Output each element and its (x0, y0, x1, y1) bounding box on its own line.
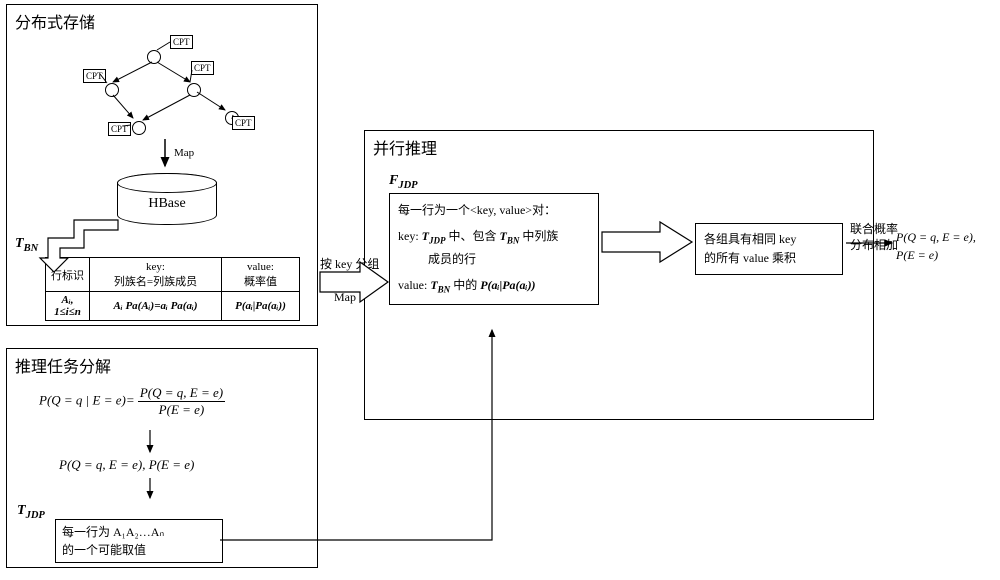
tbn-rowid-header: 行标识 (46, 258, 90, 292)
dag-node (187, 83, 201, 97)
dag-node (147, 50, 161, 64)
map-arrow-label: Map (334, 290, 356, 305)
tbn-r1-right: P(aᵢ|Pa(aᵢ)) (222, 292, 300, 321)
fjdp-label: FJDP (389, 173, 418, 191)
reduce-box: 各组具有相同 key 的所有 value 乘积 (695, 223, 843, 275)
panel-task-decomposition: 推理任务分解 P(Q = q | E = e)= P(Q = q, E = e)… (6, 348, 318, 568)
dag-node (132, 121, 146, 135)
tbn-key-h1: key: (94, 261, 217, 273)
formula1-den: P(E = e) (138, 402, 225, 418)
cpt-label: CPT (108, 122, 131, 136)
cpt-label: CPT (170, 35, 193, 49)
tbn-label: TBN (15, 236, 38, 254)
tbn-val-h1: value: (226, 261, 295, 273)
formula2: P(Q = q, E = e), P(E = e) (59, 457, 194, 473)
panel3-title: 并行推理 (365, 131, 873, 163)
tbn-key-h2: 列族名=列族成员 (94, 273, 217, 289)
tjdp-label: TJDP (17, 503, 45, 521)
group-by-key-label: 按 key 分组 (320, 255, 379, 272)
tbn-val-h2: 概率值 (226, 273, 295, 289)
fjdp-line3: 成员的行 (398, 249, 590, 269)
fjdp-f: F (389, 173, 398, 188)
tbn-table: 行标识 key: 列族名=列族成员 value: 概率值 Aᵢ, 1≤i≤n A… (45, 257, 300, 321)
tjdp-sub: JDP (26, 510, 45, 521)
dag-node (105, 83, 119, 97)
tjdp-box-line2: 的一个可能取值 (62, 541, 216, 559)
fjdp-valueline: value: TBN 中的 P(aᵢ|Pa(aᵢ)) (398, 275, 590, 298)
formula1-num: P(Q = q, E = e) (138, 385, 225, 402)
panel-parallel-inference: 并行推理 FJDP 每一行为一个<key, value>对： key: TJDP… (364, 130, 874, 420)
tbn-r1-mid: Aᵢ Pa(Aᵢ)=aᵢ Pa(aᵢ) (90, 292, 222, 321)
tbn-r1-left2: 1≤i≤n (50, 306, 85, 318)
tbn-t: T (15, 236, 24, 251)
tjdp-box-line1: 每一行为 A₁A₂…Aₙ (62, 523, 216, 541)
reduce-line1: 各组具有相同 key (704, 230, 834, 249)
final-output: P(Q = q, E = e), P(E = e) (896, 228, 976, 264)
fjdp-sub: JDP (398, 180, 417, 191)
panel1-title: 分布式存储 (7, 5, 317, 37)
tjdp-t: T (17, 503, 26, 518)
hbase-label: HBase (118, 196, 216, 212)
panel2-title: 推理任务分解 (7, 349, 317, 381)
hbase-cylinder: HBase (117, 173, 217, 225)
reduce-arrow-label: Reduce (614, 230, 650, 245)
fjdp-keyline: key: TJDP 中、包含 TBN 中列族 (398, 226, 590, 249)
tbn-r1-left1: Aᵢ, (50, 294, 85, 306)
formula1: P(Q = q | E = e)= P(Q = q, E = e) P(E = … (39, 385, 225, 418)
fjdp-box: 每一行为一个<key, value>对： key: TJDP 中、包含 TBN … (389, 193, 599, 305)
cpt-label: CPT (232, 116, 255, 130)
final-annotation: 联合概率 分布相加 (850, 222, 898, 253)
formula1-left: P(Q = q | E = e)= (39, 392, 135, 407)
map-label: Map (174, 147, 194, 159)
panel-distributed-storage: 分布式存储 CPT CPT CPT CPT CPT HBase Map TBN … (6, 4, 318, 326)
cpt-label: CPT (83, 69, 106, 83)
reduce-line2: 的所有 value 乘积 (704, 249, 834, 268)
cpt-label: CPT (191, 61, 214, 75)
tbn-sub: BN (24, 243, 39, 254)
tjdp-box: 每一行为 A₁A₂…Aₙ 的一个可能取值 (55, 519, 223, 563)
fjdp-line1: 每一行为一个<key, value>对： (398, 200, 590, 220)
